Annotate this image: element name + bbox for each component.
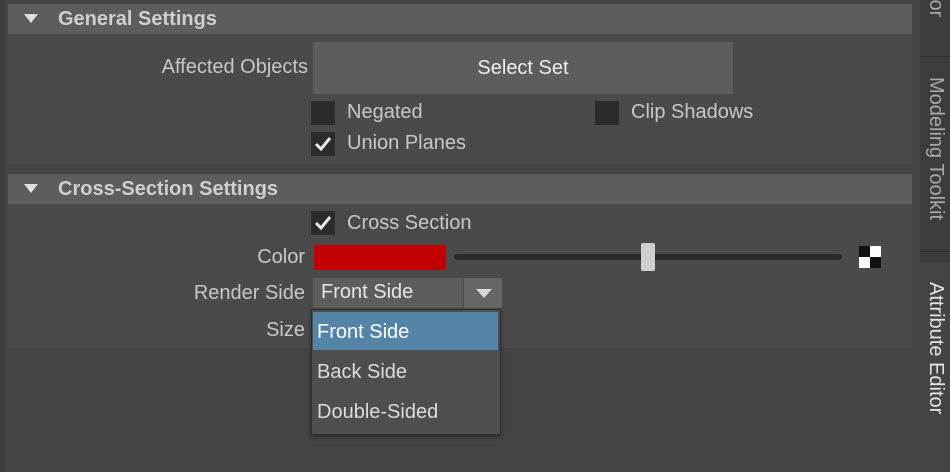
render-side-value: Front Side: [321, 281, 414, 303]
color-label: Color: [257, 246, 305, 268]
color-swatch[interactable]: [314, 245, 446, 270]
negated-label: Negated: [347, 101, 423, 123]
size-label: Size: [266, 319, 305, 341]
clip-shadows-label: Clip Shadows: [631, 101, 754, 123]
menu-item-double-sided[interactable]: Double-Sided: [313, 392, 498, 430]
clip-shadows-checkbox[interactable]: [595, 101, 619, 125]
select-set-button[interactable]: Select Set: [313, 42, 733, 94]
tab-attribute-editor[interactable]: Attribute Editor: [920, 262, 950, 472]
cross-section-settings-header[interactable]: Cross-Section Settings: [8, 174, 912, 204]
side-tab-bar: tor Modeling Toolkit Attribute Editor: [920, 0, 950, 472]
menu-item-back-side[interactable]: Back Side: [313, 352, 498, 390]
render-side-dropdown[interactable]: Front Side: [313, 278, 502, 308]
tab-modeling-toolkit[interactable]: Modeling Toolkit: [920, 56, 950, 252]
collapse-arrow-icon[interactable]: [24, 184, 38, 193]
checker-map-icon[interactable]: [859, 246, 881, 268]
affected-objects-label: Affected Objects: [161, 56, 308, 78]
tab-editor[interactable]: tor: [920, 0, 950, 52]
left-frame: [0, 0, 6, 472]
collapse-arrow-icon[interactable]: [24, 14, 38, 23]
cross-section-label: Cross Section: [347, 212, 472, 234]
union-planes-checkbox[interactable]: [311, 132, 335, 156]
negated-checkbox[interactable]: [311, 101, 335, 125]
cross-section-settings-title: Cross-Section Settings: [58, 178, 279, 200]
checkmark-icon: [314, 137, 332, 152]
general-settings-body: Affected Objects Select Set Negated Clip…: [8, 34, 912, 164]
menu-item-front-side[interactable]: Front Side: [313, 312, 498, 350]
union-planes-label: Union Planes: [347, 132, 466, 154]
dropdown-arrow-icon[interactable]: [463, 278, 502, 308]
general-settings-title: General Settings: [58, 8, 217, 30]
render-side-label: Render Side: [193, 282, 305, 304]
checkmark-icon: [314, 216, 332, 231]
cross-section-checkbox[interactable]: [311, 211, 335, 235]
general-settings-header[interactable]: General Settings: [8, 4, 912, 34]
color-slider-thumb[interactable]: [641, 243, 655, 271]
render-side-menu: Front Side Back Side Double-Sided: [311, 309, 501, 435]
